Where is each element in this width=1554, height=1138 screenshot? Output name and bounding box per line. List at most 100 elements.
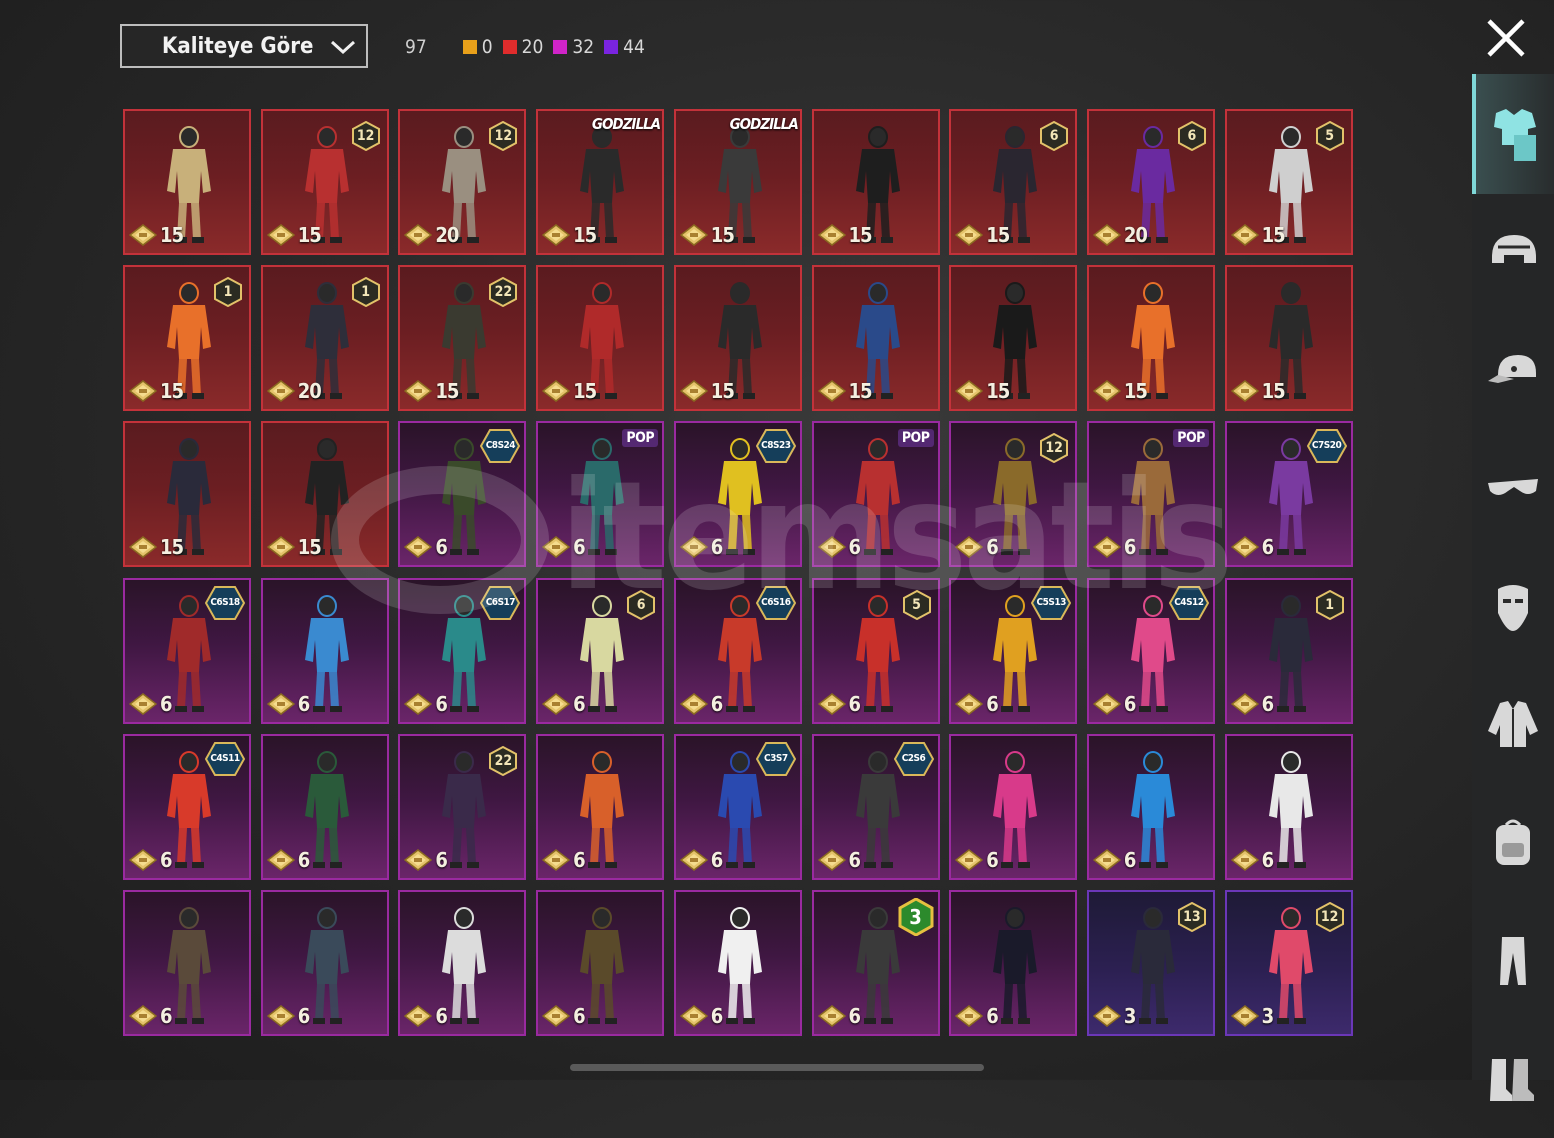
price-value: 15 [1261, 379, 1286, 404]
sidebar-item-mask[interactable] [1472, 546, 1554, 666]
item-card[interactable]: 15 [536, 265, 665, 412]
item-card[interactable]: 6 C5S13 [949, 577, 1078, 724]
item-card[interactable]: 6 [673, 890, 802, 1036]
item-card[interactable]: 6 [1086, 733, 1215, 880]
sidebar-item-helmet[interactable] [1472, 192, 1554, 312]
item-card[interactable]: 65 [811, 577, 940, 724]
coin-icon [404, 536, 433, 559]
item-card[interactable]: 6 [536, 733, 665, 880]
item-card[interactable]: 6 [398, 890, 527, 1036]
item-card[interactable]: 6 POP [1086, 421, 1215, 568]
coin-icon [266, 380, 295, 403]
sidebar-item-glasses[interactable] [1472, 428, 1554, 548]
item-card[interactable]: 15 5 [1224, 109, 1353, 255]
season-badge-value: C5S13 [1036, 596, 1067, 608]
item-card[interactable]: 15 GODZILLA [536, 109, 665, 255]
season-badge: C6S18 [204, 585, 246, 620]
item-card[interactable]: 6 C6S18 [123, 577, 251, 724]
price-value: 6 [710, 847, 723, 872]
item-card[interactable]: 66 [536, 577, 665, 724]
item-price: 6 [817, 692, 861, 716]
coin-icon [1230, 536, 1259, 559]
item-card[interactable]: 6 22 [398, 733, 527, 880]
item-card[interactable]: 15 6 [949, 109, 1078, 255]
item-card[interactable]: 6 [260, 577, 389, 724]
item-card[interactable]: 15 GODZILLA [673, 109, 802, 255]
item-card[interactable]: 3 12 [1224, 890, 1353, 1036]
coin-icon [1230, 692, 1259, 715]
sidebar-item-outfit[interactable] [1472, 74, 1554, 194]
item-card[interactable]: 6 C7S20 [1224, 421, 1353, 568]
item-card[interactable]: 15 [1086, 265, 1215, 412]
sidebar-item-shoes[interactable] [1472, 1018, 1554, 1138]
season-badge-value: C8S23 [761, 440, 791, 452]
item-card[interactable]: 15 1 [123, 265, 251, 412]
item-card[interactable]: 6 [536, 890, 665, 1036]
item-card[interactable]: 6 [949, 733, 1078, 880]
item-card[interactable]: 15 22 [398, 265, 527, 412]
item-card[interactable]: 15 [123, 421, 251, 568]
coin-icon [266, 1005, 295, 1027]
item-card[interactable]: 15 [811, 265, 940, 412]
coin-icon [266, 224, 295, 246]
coin-icon [817, 848, 846, 871]
price-value: 6 [1261, 535, 1274, 560]
item-card[interactable]: 15 12 [260, 109, 389, 255]
sort-dropdown[interactable]: Kaliteye Göre [120, 24, 368, 68]
item-card[interactable]: 20 6 [1086, 109, 1215, 255]
item-card[interactable]: 6 [260, 733, 389, 880]
sidebar-item-jacket[interactable] [1472, 664, 1554, 784]
item-card[interactable]: 6 [123, 890, 251, 1036]
coin-icon [1092, 380, 1121, 403]
item-card[interactable]: 6 C4S11 [123, 733, 251, 880]
close-icon[interactable] [1484, 18, 1528, 58]
item-card[interactable]: 6 C4S12 [1086, 577, 1215, 724]
item-price: 6 [266, 848, 310, 872]
item-card[interactable]: 6 C6S16 [673, 577, 802, 724]
item-price: 6 [679, 692, 723, 716]
item-card[interactable]: 15 [811, 109, 940, 255]
item-card[interactable]: 6 C8S24 [398, 421, 527, 568]
item-price: 15 [542, 223, 597, 247]
level-badge-value: 12 [1320, 909, 1339, 925]
item-card[interactable]: 6 C6S17 [398, 577, 527, 724]
item-card[interactable]: 15 [123, 109, 251, 255]
level-badge: 1 [1315, 589, 1345, 620]
item-card[interactable]: 15 [260, 421, 389, 568]
item-card[interactable]: 20 12 [398, 109, 527, 255]
season-badge-value: C8S24 [485, 440, 516, 452]
item-card[interactable]: 6 12 [949, 421, 1078, 568]
price-value: 6 [1123, 847, 1136, 872]
item-card[interactable]: 20 1 [260, 265, 389, 412]
coin-icon [404, 692, 433, 715]
item-card[interactable]: 6 POP [536, 421, 665, 568]
item-card[interactable]: 15 [673, 265, 802, 412]
item-card[interactable]: 6 POP [811, 421, 940, 568]
season-badge-value: C4S11 [210, 752, 240, 764]
price-value: 6 [297, 1004, 310, 1028]
coin-icon [404, 380, 433, 403]
sidebar-item-backpack[interactable] [1472, 782, 1554, 902]
item-price: 20 [266, 379, 322, 403]
season-badge: C5S13 [1031, 585, 1072, 620]
price-value: 6 [573, 847, 585, 872]
item-card[interactable]: 15 [949, 265, 1078, 412]
item-card[interactable]: 3 13 [1086, 890, 1215, 1036]
item-card[interactable]: 6 C3S7 [673, 733, 802, 880]
sidebar-item-cap[interactable] [1472, 310, 1554, 430]
coin-icon [955, 380, 984, 403]
item-price: 6 [1230, 535, 1274, 560]
coin-icon [542, 536, 571, 559]
item-card[interactable]: 6 C8S23 [673, 421, 802, 568]
item-card[interactable]: 6 [1224, 733, 1353, 880]
level-badge-value: 5 [1325, 128, 1334, 144]
sidebar-item-pants[interactable] [1472, 900, 1554, 1020]
season-badge: C8S23 [755, 429, 796, 464]
item-card[interactable]: 61 [1224, 577, 1353, 724]
item-card[interactable]: 15 [1224, 265, 1353, 412]
item-card[interactable]: 6 [260, 890, 389, 1036]
total-count: 97 [405, 36, 427, 58]
item-card[interactable]: 63 [811, 890, 940, 1036]
item-card[interactable]: 6 C2S6 [811, 733, 940, 880]
item-card[interactable]: 6 [949, 890, 1078, 1036]
